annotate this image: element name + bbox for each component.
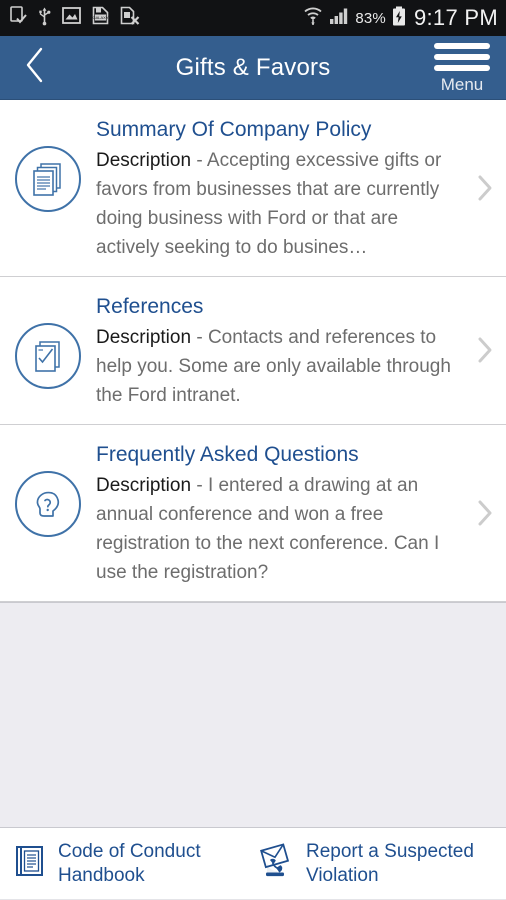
list-item-icon-wrap [0,441,96,537]
list-item-title: Frequently Asked Questions [96,442,359,466]
documents-stack-icon [15,146,81,212]
app-root: GALAXY 83% 9:17 PM Gifts & Favors Menu S… [0,0,506,900]
list-item-body: References Description - Contacts and re… [96,293,506,410]
list-item[interactable]: Frequently Asked Questions Description -… [0,424,506,602]
code-of-conduct-handbook-button[interactable]: Code of Conduct Handbook [0,840,250,888]
description-separator: - [196,326,203,348]
svg-text:GALAXY: GALAXY [92,15,108,20]
menu-button[interactable]: Menu [430,42,494,94]
code-of-conduct-handbook-label: Code of Conduct Handbook [58,840,201,886]
wifi-updown-icon [303,5,323,31]
list-item-body: Summary Of Company Policy Description - … [96,116,506,262]
chevron-right-icon [476,335,494,365]
book-icon [14,844,46,883]
chevron-right-icon [476,173,494,203]
clock-label: 9:17 PM [413,5,498,30]
description-separator: - [196,474,203,496]
head-question-icon [15,470,81,537]
list-item-title: Summary Of Company Policy [96,118,372,141]
status-bar: GALAXY 83% 9:17 PM [0,0,506,36]
empty-area [0,601,506,828]
cellular-signal-icon [329,7,349,30]
report-violation-button[interactable]: Report a Suspected Violation [250,840,506,888]
back-button[interactable] [0,36,70,100]
list-item[interactable]: References Description - Contacts and re… [0,276,506,425]
list-item-icon-wrap [0,116,96,212]
status-bar-left-icons: GALAXY [10,6,140,31]
list-item-description: Description - Contacts and references to… [96,323,466,410]
photo-icon [62,7,81,29]
report-violation-label: Report a Suspected Violation [306,840,474,886]
usb-icon [38,6,51,31]
hamburger-menu-icon [434,42,490,71]
chevron-right-icon [476,498,494,528]
list-item[interactable]: Summary Of Company Policy Description - … [0,100,506,277]
report-envelope-phone-icon [258,843,294,884]
battery-percent-label: 83% [355,9,386,27]
device-check-icon [10,6,27,30]
description-label: Description [96,326,192,348]
list-item-description: Description - I entered a drawing at an … [96,471,466,587]
menu-button-label: Menu [440,74,484,94]
description-label: Description [96,149,192,171]
chevron-left-icon [24,46,46,89]
list-item-title: References [96,294,204,318]
list-item-description: Description - Accepting excessive gifts … [96,146,466,262]
bottom-bar: Code of Conduct Handbook Report a Suspec… [0,828,506,900]
sim-card-error-icon [120,6,140,30]
topic-list: Summary Of Company Policy Description - … [0,100,506,602]
app-header: Gifts & Favors Menu [0,36,506,100]
description-label: Description [96,474,192,496]
status-bar-right-indicators: 83% 9:17 PM [303,5,498,31]
list-item-icon-wrap [0,293,96,389]
checklist-document-icon [15,322,81,389]
description-separator: - [196,149,203,171]
galaxy-app-icon: GALAXY [92,6,109,30]
list-item-body: Frequently Asked Questions Description -… [96,441,506,587]
battery-charging-icon [392,6,406,31]
